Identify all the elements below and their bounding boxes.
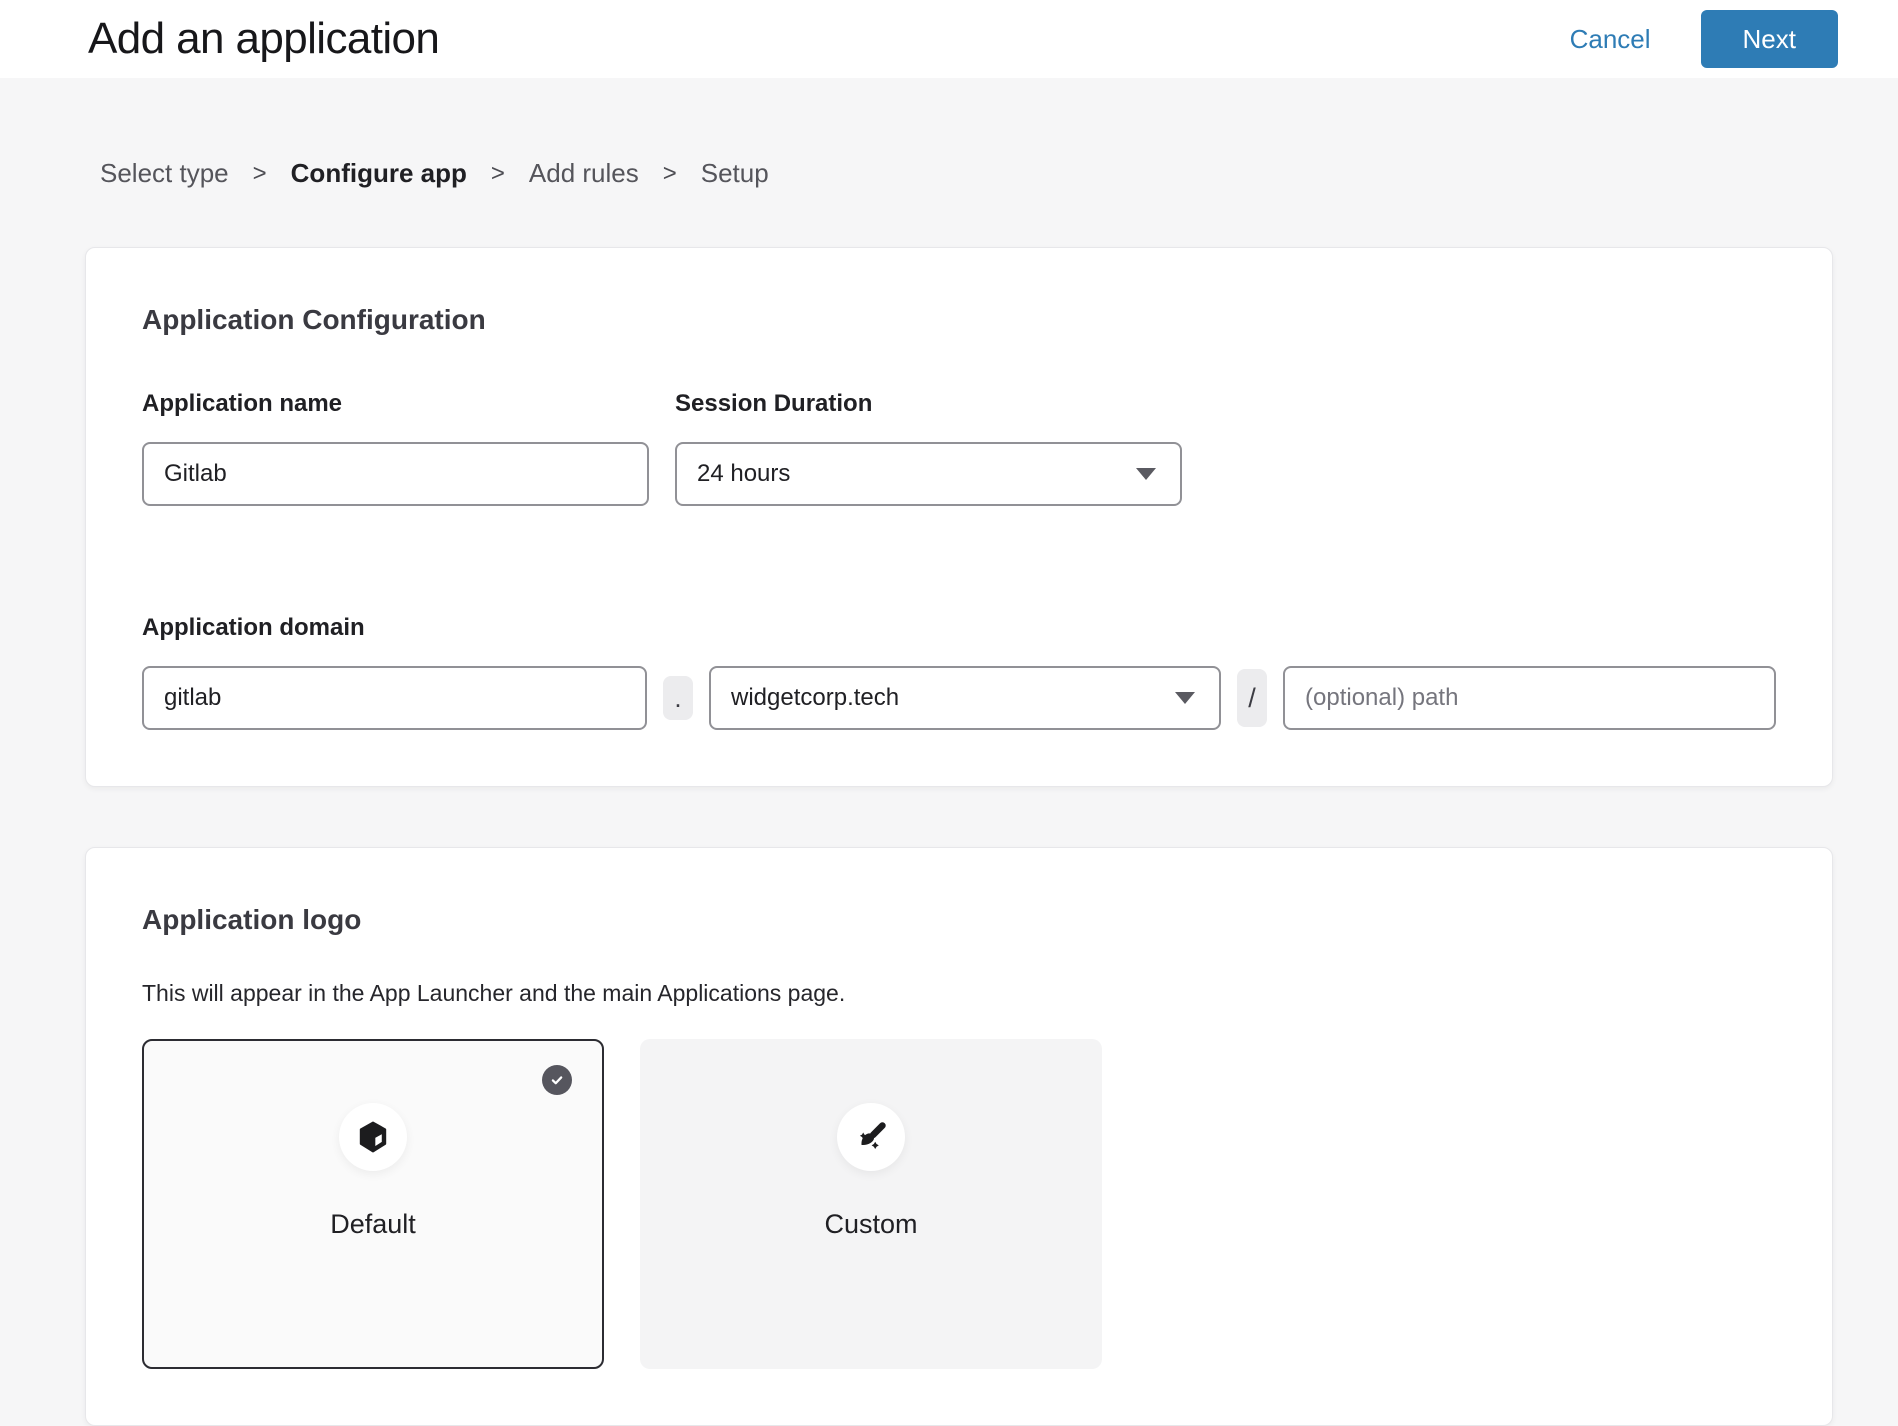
domain-dot-separator: . (663, 676, 693, 720)
application-name-label: Application name (142, 390, 649, 418)
logo-card-title: Application logo (142, 904, 1776, 936)
top-header: Add an application Cancel Next (0, 0, 1898, 78)
paintbrush-icon (853, 1119, 889, 1155)
check-icon (548, 1071, 566, 1089)
chevron-down-icon (1136, 468, 1156, 480)
session-duration-value: 24 hours (697, 460, 790, 488)
custom-logo-circle (837, 1103, 905, 1171)
application-domain-row: . widgetcorp.tech / (142, 666, 1776, 730)
default-logo-circle (339, 1103, 407, 1171)
session-duration-select[interactable]: 24 hours (675, 442, 1182, 506)
selected-check-badge (542, 1065, 572, 1095)
session-duration-field-group: Session Duration 24 hours (675, 390, 1182, 506)
config-form-row-1: Application name Session Duration 24 hou… (142, 390, 1776, 506)
logo-card-description: This will appear in the App Launcher and… (142, 980, 1776, 1007)
page-content: Application Configuration Application na… (0, 247, 1898, 1426)
breadcrumb-step-configure-app[interactable]: Configure app (291, 158, 467, 189)
application-configuration-card: Application Configuration Application na… (85, 247, 1833, 787)
session-duration-label: Session Duration (675, 390, 1182, 418)
path-input[interactable] (1283, 666, 1776, 730)
application-name-field-group: Application name (142, 390, 649, 506)
breadcrumb-separator: > (491, 160, 505, 188)
next-button[interactable]: Next (1701, 10, 1838, 68)
breadcrumb-separator: > (663, 160, 677, 188)
page-title: Add an application (88, 14, 1570, 64)
domain-select-value: widgetcorp.tech (731, 684, 899, 712)
logo-option-default[interactable]: Default (142, 1039, 604, 1369)
breadcrumb-step-select-type[interactable]: Select type (100, 158, 229, 189)
domain-select[interactable]: widgetcorp.tech (709, 666, 1221, 730)
breadcrumb-step-add-rules[interactable]: Add rules (529, 158, 639, 189)
cancel-button[interactable]: Cancel (1570, 24, 1651, 55)
subdomain-input[interactable] (142, 666, 647, 730)
application-name-input[interactable] (142, 442, 649, 506)
domain-slash-separator: / (1237, 669, 1267, 727)
config-card-title: Application Configuration (142, 304, 1776, 336)
breadcrumb-separator: > (253, 160, 267, 188)
logo-option-custom[interactable]: Custom (640, 1039, 1102, 1369)
application-domain-label: Application domain (142, 614, 1776, 642)
default-tile-label: Default (330, 1209, 416, 1240)
breadcrumb-step-setup[interactable]: Setup (701, 158, 769, 189)
custom-tile-label: Custom (824, 1209, 917, 1240)
application-logo-card: Application logo This will appear in the… (85, 847, 1833, 1426)
breadcrumb: Select type > Configure app > Add rules … (100, 158, 1898, 189)
chevron-down-icon (1175, 692, 1195, 704)
application-domain-field-group: Application domain . widgetcorp.tech / (142, 614, 1776, 730)
logo-option-tiles: Default Custom (142, 1039, 1776, 1369)
cube-icon (355, 1119, 391, 1155)
